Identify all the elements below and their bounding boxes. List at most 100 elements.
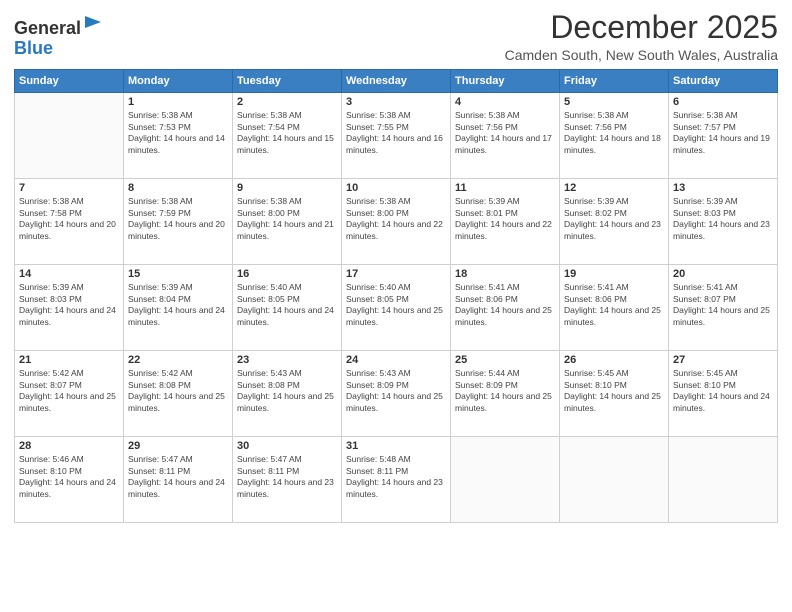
day-info: Sunrise: 5:45 AMSunset: 8:10 PMDaylight:… (564, 368, 664, 414)
day-number: 13 (673, 182, 773, 194)
calendar-cell: 8 Sunrise: 5:38 AMSunset: 7:59 PMDaylight… (124, 179, 233, 265)
weekday-header-row: SundayMondayTuesdayWednesdayThursdayFrid… (15, 70, 778, 93)
day-number: 27 (673, 354, 773, 366)
calendar-cell: 25 Sunrise: 5:44 AMSunset: 8:09 PMDayligh… (451, 351, 560, 437)
day-info: Sunrise: 5:38 AMSunset: 8:00 PMDaylight:… (237, 196, 337, 242)
weekday-header-friday: Friday (560, 70, 669, 93)
day-number: 17 (346, 268, 446, 280)
day-number: 8 (128, 182, 228, 194)
calendar-cell: 3 Sunrise: 5:38 AMSunset: 7:55 PMDaylight… (342, 93, 451, 179)
calendar-week-row: 7 Sunrise: 5:38 AMSunset: 7:58 PMDaylight… (15, 179, 778, 265)
day-info: Sunrise: 5:38 AMSunset: 7:53 PMDaylight:… (128, 110, 228, 156)
weekday-header-thursday: Thursday (451, 70, 560, 93)
calendar-cell: 30 Sunrise: 5:47 AMSunset: 8:11 PMDayligh… (233, 437, 342, 523)
calendar-cell: 14Sunrise: 5:39 AMSunset: 8:03 PMDayligh… (15, 265, 124, 351)
day-info: Sunrise: 5:39 AMSunset: 8:03 PMDaylight:… (19, 282, 119, 328)
day-info: Sunrise: 5:39 AMSunset: 8:01 PMDaylight:… (455, 196, 555, 242)
logo-blue-text: Blue (14, 38, 53, 58)
day-number: 23 (237, 354, 337, 366)
day-info: Sunrise: 5:47 AMSunset: 8:11 PMDaylight:… (237, 454, 337, 500)
day-info: Sunrise: 5:40 AMSunset: 8:05 PMDaylight:… (346, 282, 446, 328)
day-number: 31 (346, 440, 446, 452)
calendar-cell (560, 437, 669, 523)
logo-flag-icon (83, 14, 103, 34)
logo: General Blue (14, 14, 103, 59)
calendar-cell: 13Sunrise: 5:39 AMSunset: 8:03 PMDayligh… (669, 179, 778, 265)
day-info: Sunrise: 5:41 AMSunset: 8:06 PMDaylight:… (564, 282, 664, 328)
day-number: 1 (128, 96, 228, 108)
day-info: Sunrise: 5:41 AMSunset: 8:06 PMDaylight:… (455, 282, 555, 328)
calendar-cell: 29 Sunrise: 5:47 AMSunset: 8:11 PMDayligh… (124, 437, 233, 523)
day-info: Sunrise: 5:38 AMSunset: 7:55 PMDaylight:… (346, 110, 446, 156)
weekday-header-sunday: Sunday (15, 70, 124, 93)
calendar-cell: 17 Sunrise: 5:40 AMSunset: 8:05 PMDayligh… (342, 265, 451, 351)
day-info: Sunrise: 5:39 AMSunset: 8:04 PMDaylight:… (128, 282, 228, 328)
location-title: Camden South, New South Wales, Australia (505, 47, 778, 63)
calendar-cell: 15 Sunrise: 5:39 AMSunset: 8:04 PMDayligh… (124, 265, 233, 351)
day-info: Sunrise: 5:38 AMSunset: 7:58 PMDaylight:… (19, 196, 119, 242)
day-info: Sunrise: 5:38 AMSunset: 8:00 PMDaylight:… (346, 196, 446, 242)
weekday-header-saturday: Saturday (669, 70, 778, 93)
day-info: Sunrise: 5:41 AMSunset: 8:07 PMDaylight:… (673, 282, 773, 328)
day-number: 29 (128, 440, 228, 452)
day-number: 21 (19, 354, 119, 366)
title-block: December 2025 Camden South, New South Wa… (505, 10, 778, 63)
calendar-week-row: 14Sunrise: 5:39 AMSunset: 8:03 PMDayligh… (15, 265, 778, 351)
calendar-cell: 2Sunrise: 5:38 AMSunset: 7:54 PMDaylight… (233, 93, 342, 179)
day-number: 3 (346, 96, 446, 108)
header: General Blue December 2025 Camden South,… (14, 10, 778, 63)
calendar-cell (15, 93, 124, 179)
calendar-cell: 10Sunrise: 5:38 AMSunset: 8:00 PMDayligh… (342, 179, 451, 265)
day-number: 5 (564, 96, 664, 108)
day-info: Sunrise: 5:45 AMSunset: 8:10 PMDaylight:… (673, 368, 773, 414)
weekday-header-monday: Monday (124, 70, 233, 93)
page: General Blue December 2025 Camden South,… (0, 0, 792, 612)
calendar-cell: 18 Sunrise: 5:41 AMSunset: 8:06 PMDayligh… (451, 265, 560, 351)
day-number: 25 (455, 354, 555, 366)
calendar-cell: 9 Sunrise: 5:38 AMSunset: 8:00 PMDaylight… (233, 179, 342, 265)
day-number: 18 (455, 268, 555, 280)
calendar-cell: 27 Sunrise: 5:45 AMSunset: 8:10 PMDayligh… (669, 351, 778, 437)
calendar-cell: 1 Sunrise: 5:38 AMSunset: 7:53 PMDaylight… (124, 93, 233, 179)
day-number: 2 (237, 96, 337, 108)
day-number: 20 (673, 268, 773, 280)
day-number: 15 (128, 268, 228, 280)
day-info: Sunrise: 5:42 AMSunset: 8:07 PMDaylight:… (19, 368, 119, 414)
calendar-cell (669, 437, 778, 523)
day-info: Sunrise: 5:39 AMSunset: 8:02 PMDaylight:… (564, 196, 664, 242)
day-info: Sunrise: 5:40 AMSunset: 8:05 PMDaylight:… (237, 282, 337, 328)
day-number: 30 (237, 440, 337, 452)
day-number: 9 (237, 182, 337, 194)
calendar-cell: 28Sunrise: 5:46 AMSunset: 8:10 PMDayligh… (15, 437, 124, 523)
calendar-week-row: 21 Sunrise: 5:42 AMSunset: 8:07 PMDayligh… (15, 351, 778, 437)
calendar-cell: 12Sunrise: 5:39 AMSunset: 8:02 PMDayligh… (560, 179, 669, 265)
day-info: Sunrise: 5:38 AMSunset: 7:57 PMDaylight:… (673, 110, 773, 156)
day-info: Sunrise: 5:48 AMSunset: 8:11 PMDaylight:… (346, 454, 446, 500)
calendar-cell: 5Sunrise: 5:38 AMSunset: 7:56 PMDaylight… (560, 93, 669, 179)
calendar-cell: 6 Sunrise: 5:38 AMSunset: 7:57 PMDaylight… (669, 93, 778, 179)
calendar-cell: 22Sunrise: 5:42 AMSunset: 8:08 PMDayligh… (124, 351, 233, 437)
day-number: 22 (128, 354, 228, 366)
logo-general-text: General (14, 18, 81, 38)
day-number: 19 (564, 268, 664, 280)
day-number: 6 (673, 96, 773, 108)
month-title: December 2025 (505, 10, 778, 45)
calendar-cell: 16 Sunrise: 5:40 AMSunset: 8:05 PMDayligh… (233, 265, 342, 351)
day-info: Sunrise: 5:47 AMSunset: 8:11 PMDaylight:… (128, 454, 228, 500)
day-number: 16 (237, 268, 337, 280)
day-info: Sunrise: 5:44 AMSunset: 8:09 PMDaylight:… (455, 368, 555, 414)
day-number: 11 (455, 182, 555, 194)
calendar-cell: 20 Sunrise: 5:41 AMSunset: 8:07 PMDayligh… (669, 265, 778, 351)
calendar-cell: 31 Sunrise: 5:48 AMSunset: 8:11 PMDayligh… (342, 437, 451, 523)
calendar-cell: 26Sunrise: 5:45 AMSunset: 8:10 PMDayligh… (560, 351, 669, 437)
day-info: Sunrise: 5:43 AMSunset: 8:08 PMDaylight:… (237, 368, 337, 414)
day-info: Sunrise: 5:38 AMSunset: 7:59 PMDaylight:… (128, 196, 228, 242)
calendar-cell: 21 Sunrise: 5:42 AMSunset: 8:07 PMDayligh… (15, 351, 124, 437)
calendar-week-row: 1 Sunrise: 5:38 AMSunset: 7:53 PMDaylight… (15, 93, 778, 179)
calendar-cell: 23 Sunrise: 5:43 AMSunset: 8:08 PMDayligh… (233, 351, 342, 437)
calendar-table: SundayMondayTuesdayWednesdayThursdayFrid… (14, 69, 778, 523)
day-number: 7 (19, 182, 119, 194)
calendar-cell: 4Sunrise: 5:38 AMSunset: 7:56 PMDaylight… (451, 93, 560, 179)
calendar-cell (451, 437, 560, 523)
weekday-header-tuesday: Tuesday (233, 70, 342, 93)
